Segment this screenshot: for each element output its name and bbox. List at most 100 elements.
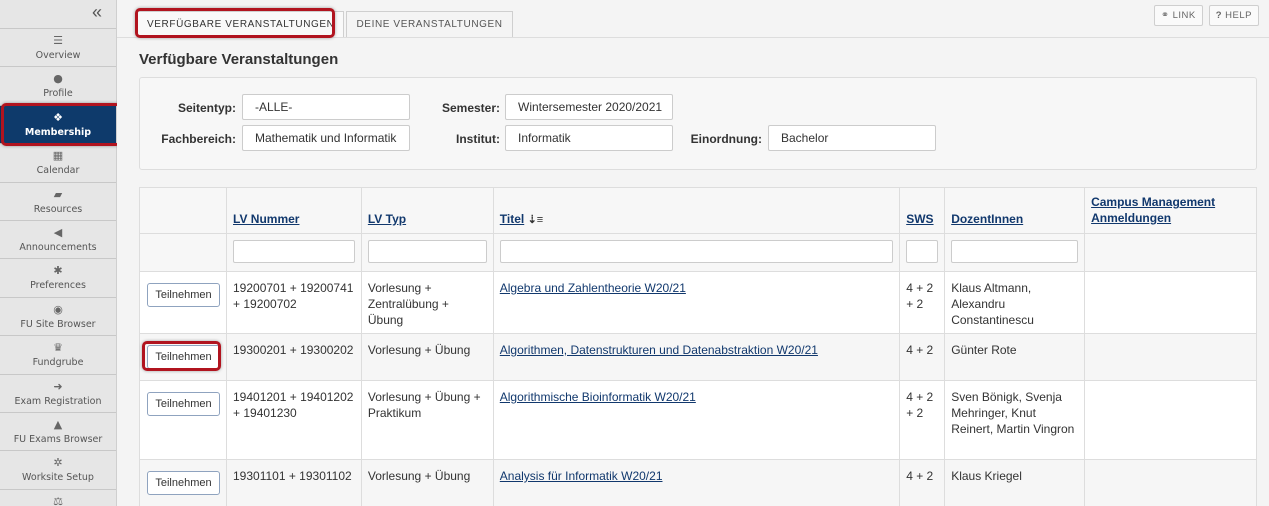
- sidebar: « ☰ Overview ● Profile ❖ Membership ▦ Calendar ▰…: [0, 0, 117, 506]
- bullhorn-icon: ◀: [53, 225, 63, 239]
- sidebar-item-exam-registration[interactable]: ➜ Exam Registration: [0, 375, 116, 413]
- tab-verfuegbare-veranstaltungen[interactable]: VERFÜGBARE VERANSTALTUNGEN: [137, 11, 345, 37]
- gear-icon: ✱: [53, 264, 63, 278]
- sws-cell: 4 + 2 + 2: [899, 271, 946, 334]
- course-title-link[interactable]: Algorithmische Bioinformatik W20/21: [500, 390, 696, 404]
- header-lv-nummer[interactable]: LV Nummer: [226, 187, 362, 234]
- semester-label: Semester:: [441, 101, 500, 115]
- sidebar-item-label: Membership: [24, 126, 92, 138]
- campus-cell: [1084, 271, 1257, 334]
- sort-sws-link[interactable]: SWS: [906, 212, 933, 226]
- lv-typ-cell: Vorlesung + Übung: [360, 333, 494, 381]
- sidebar-item-label: Profile: [43, 88, 73, 100]
- course-title-link[interactable]: Algorithmen, Datenstrukturen und Datenab…: [500, 343, 818, 357]
- titel-filter-input[interactable]: [499, 240, 894, 263]
- help-button[interactable]: ? HELP: [1208, 5, 1259, 26]
- sidebar-item-fundgrube[interactable]: ♛ Fundgrube: [0, 336, 116, 375]
- sidebar-item-fu-site-browser[interactable]: ◉ FU Site Browser: [0, 298, 116, 337]
- sidebar-item-profile[interactable]: ● Profile: [0, 67, 116, 106]
- titel-cell: Analysis für Informatik W20/21: [492, 459, 901, 506]
- globe-icon: ◉: [53, 302, 63, 316]
- tab-bar: VERFÜGBARE VERANSTALTUNGEN DEINE VERANST…: [137, 11, 515, 37]
- sidebar-item-label: Fundgrube: [32, 357, 84, 369]
- collapse-sidebar-button[interactable]: «: [0, 0, 116, 29]
- sidebar-item-calendar[interactable]: ▦ Calendar: [0, 144, 116, 183]
- sidebar-item-fu-exams-browser[interactable]: ▲ FU Exams Browser: [0, 413, 116, 452]
- seitentyp-select[interactable]: -ALLE-: [242, 94, 410, 120]
- sws-cell: 4 + 2: [899, 333, 946, 381]
- user-icon: ●: [53, 72, 63, 86]
- einordnung-select[interactable]: Bachelor: [768, 125, 936, 151]
- einordnung-label: Einordnung:: [690, 132, 762, 146]
- sidebar-item-overview[interactable]: ☰ Overview: [0, 29, 116, 68]
- course-title-link[interactable]: Algebra und Zahlentheorie W20/21: [500, 281, 686, 295]
- sidebar-item-more[interactable]: ⚖: [0, 490, 116, 506]
- semester-select[interactable]: Wintersemester 2020/2021: [505, 94, 673, 120]
- sidebar-item-label: Preferences: [30, 280, 86, 292]
- header-titel[interactable]: Titel ⇣≡: [492, 187, 901, 234]
- balance-scale-icon: ⚖: [53, 494, 63, 506]
- filter-panel: Seitentyp: -ALLE- Semester: Wintersemest…: [139, 77, 1257, 170]
- seitentyp-label: Seitentyp:: [177, 101, 236, 115]
- course-title-link[interactable]: Analysis für Informatik W20/21: [500, 469, 663, 483]
- titel-cell: Algorithmische Bioinformatik W20/21: [492, 380, 901, 460]
- filter-cell: [492, 233, 901, 272]
- fachbereich-select[interactable]: Mathematik und Informatik: [242, 125, 410, 151]
- filter-cell-empty: [1084, 233, 1257, 272]
- sort-titel-link[interactable]: Titel: [500, 212, 524, 226]
- gears-icon: ✲: [53, 456, 63, 470]
- dozent-cell: Sven Bönigk, Svenja Mehringer, Knut Rein…: [944, 380, 1086, 460]
- teilnehmen-button[interactable]: Teilnehmen: [147, 283, 220, 307]
- filter-cell: [360, 233, 494, 272]
- filter-input-row: [139, 233, 1257, 272]
- teilnehmen-button[interactable]: Teilnehmen: [147, 345, 220, 369]
- teilnehmen-button[interactable]: Teilnehmen: [147, 392, 220, 416]
- join-cell: Teilnehmen: [139, 459, 227, 506]
- filter-cell: [944, 233, 1086, 272]
- sws-filter-input[interactable]: [906, 240, 939, 263]
- institut-select[interactable]: Informatik: [505, 125, 673, 151]
- sidebar-item-resources[interactable]: ▰ Resources: [0, 183, 116, 221]
- table-row: Teilnehmen 19200701 + 19200741 + 19200702…: [139, 271, 1257, 334]
- link-icon: ⚭: [1160, 10, 1173, 21]
- top-actions: ⚭ LINK ? HELP: [1153, 5, 1259, 26]
- sort-dozent-link[interactable]: DozentInnen: [951, 212, 1023, 226]
- lv-nummer-filter-input[interactable]: [233, 240, 355, 263]
- dozent-cell: Klaus Altmann, Alexandru Constantinescu: [944, 271, 1086, 334]
- fachbereich-label: Fachbereich:: [161, 132, 236, 146]
- header-dozent[interactable]: DozentInnen: [944, 187, 1086, 234]
- table-row: Teilnehmen 19301101 + 19301102 Vorlesung +…: [139, 459, 1257, 506]
- sidebar-item-worksite-setup[interactable]: ✲ Worksite Setup: [0, 451, 116, 490]
- sign-in-icon: ➜: [53, 379, 63, 393]
- lv-typ-filter-input[interactable]: [367, 240, 487, 263]
- sidebar-item-membership[interactable]: ❖ Membership: [0, 105, 116, 145]
- sidebar-item-label: FU Exams Browser: [13, 433, 103, 445]
- join-cell: Teilnehmen: [139, 271, 227, 334]
- tab-deine-veranstaltungen[interactable]: DEINE VERANSTALTUNGEN: [346, 11, 513, 37]
- sort-lv-nummer-link[interactable]: LV Nummer: [233, 212, 299, 226]
- header-sws[interactable]: SWS: [899, 187, 946, 234]
- sort-lv-typ-link[interactable]: LV Typ: [368, 212, 406, 226]
- lv-nummer-cell: 19200701 + 19200741 + 19200702: [226, 271, 362, 334]
- calendar-icon: ▦: [52, 149, 64, 163]
- titel-cell: Algorithmen, Datenstrukturen und Datenab…: [492, 333, 901, 381]
- sidebar-item-preferences[interactable]: ✱ Preferences: [0, 259, 116, 298]
- lv-nummer-cell: 19301101 + 19301102: [226, 459, 362, 506]
- sort-campus-link[interactable]: Campus Management Anmeldungen: [1091, 195, 1215, 225]
- teilnehmen-button[interactable]: Teilnehmen: [147, 471, 220, 495]
- sidebar-item-announcements[interactable]: ◀ Announcements: [0, 221, 116, 260]
- institut-label: Institut:: [456, 132, 500, 146]
- sidebar-nav: ☰ Overview ● Profile ❖ Membership ▦ Calendar ▰ Re…: [0, 29, 116, 506]
- lv-nummer-cell: 19401201 + 19401202 + 19401230: [226, 380, 362, 460]
- filter-cell-empty: [139, 233, 227, 272]
- dozent-cell: Günter Rote: [944, 333, 1086, 381]
- lv-typ-cell: Vorlesung + Übung + Praktikum: [360, 380, 494, 460]
- dozent-filter-input[interactable]: [951, 240, 1079, 263]
- sws-cell: 4 + 2 + 2: [899, 380, 946, 460]
- link-button[interactable]: ⚭ LINK: [1153, 5, 1203, 26]
- help-label: HELP: [1225, 10, 1252, 21]
- dozent-cell: Klaus Kriegel: [944, 459, 1086, 506]
- header-campus[interactable]: Campus Management Anmeldungen: [1084, 187, 1257, 234]
- sidebar-item-label: FU Site Browser: [20, 318, 96, 330]
- header-lv-typ[interactable]: LV Typ: [360, 187, 494, 234]
